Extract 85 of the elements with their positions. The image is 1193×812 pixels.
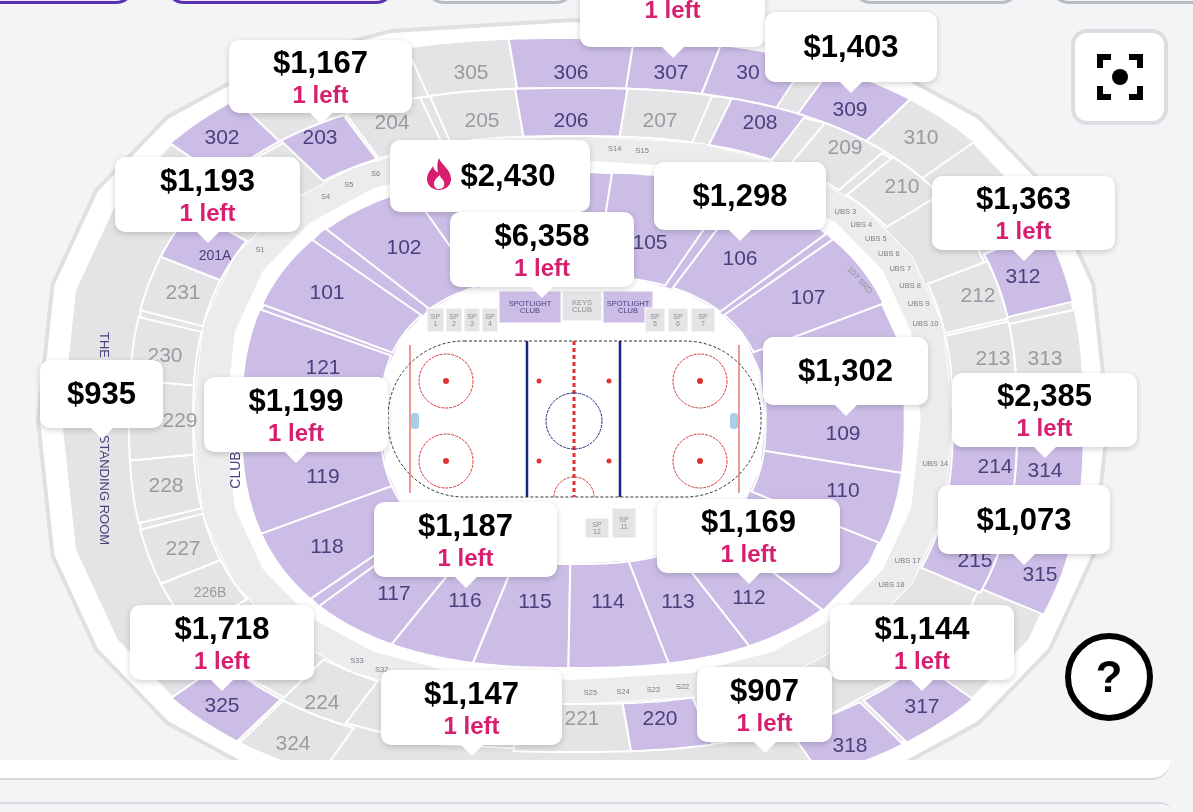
price-text: $1,718: [174, 611, 270, 646]
price-text: $2,385: [997, 379, 1092, 413]
section-label: 110: [826, 478, 860, 501]
section-label: 119: [306, 464, 340, 487]
price-text: $1,144: [874, 611, 970, 646]
section-label: 318: [832, 733, 868, 756]
seats-left-text: 1 left: [514, 254, 570, 281]
seats-left-text: 1 left: [194, 647, 250, 674]
section-label: 107: [790, 285, 826, 308]
seats-left-text: 1 left: [292, 81, 349, 108]
price-text: $1,193: [160, 163, 255, 198]
section-label: 309: [832, 97, 868, 120]
section-label: 213: [975, 346, 1011, 369]
price-text: $1,302: [798, 354, 893, 388]
price-text: $1,187: [418, 508, 513, 543]
section-label: 221: [564, 706, 600, 729]
price-text: $1,298: [692, 179, 788, 213]
price-text: $1,403: [803, 30, 899, 64]
section-label: 109: [825, 421, 861, 444]
section-label: 227: [165, 536, 201, 559]
section-label: 208: [742, 110, 778, 133]
section-label: 226B: [193, 584, 227, 600]
section-label: 204: [374, 110, 410, 133]
section-label: 121: [305, 355, 341, 378]
section-label: 312: [1005, 264, 1041, 287]
section-label: 117: [377, 581, 411, 604]
seats-left-text: 1 left: [437, 544, 494, 571]
section-label: 207: [642, 108, 678, 131]
price-text: $935: [67, 377, 136, 411]
seats-left-text: 1 left: [720, 541, 777, 567]
section-label: 229: [162, 408, 198, 431]
area-label: CLUB: [227, 451, 243, 489]
section-label: 114: [591, 589, 625, 612]
section-label: 115: [518, 589, 552, 612]
section-label: 203: [302, 125, 338, 148]
section-label: 205: [464, 108, 500, 131]
price-text: $1,073: [976, 502, 1072, 537]
section-label: 231: [165, 280, 201, 303]
section-label: 101: [309, 280, 345, 303]
seats-left-text: 1 left: [736, 709, 793, 736]
seats-left-text: 1 left: [179, 199, 236, 226]
price-text: $1,199: [248, 383, 344, 418]
section-label: 315: [1022, 562, 1058, 585]
price-text: $1,363: [976, 182, 1071, 216]
area-label: STANDING ROOM: [97, 434, 112, 546]
price-text: $2,430: [460, 159, 556, 193]
section-label: 313: [1027, 346, 1063, 369]
price-text: $907: [730, 673, 799, 708]
area-label: THE: [97, 332, 112, 358]
section-label: 314: [1027, 458, 1063, 481]
seats-left-text: 1 left: [443, 712, 500, 739]
price-text: $1,147: [424, 676, 519, 711]
section-label: 307: [653, 60, 689, 83]
seats-left-text: 1 left: [1016, 415, 1073, 441]
section-label: 106: [722, 246, 758, 269]
section-label: 228: [148, 473, 184, 496]
section-label: 324: [275, 731, 311, 754]
section-label: 305: [453, 60, 489, 83]
seats-left-text: 1 left: [268, 419, 324, 446]
price-text: $6,358: [494, 218, 590, 253]
section-label: 212: [960, 283, 996, 306]
section-label: 302: [204, 125, 240, 148]
section-label: 210: [884, 174, 920, 197]
section-label: 105: [632, 230, 668, 253]
section-label: 325: [204, 693, 240, 716]
section-label: 118: [310, 534, 344, 557]
section-label: 102: [386, 235, 422, 258]
section-label: 201A: [198, 247, 232, 263]
section-label: 112: [732, 585, 766, 608]
seats-left-text: 1 left: [995, 218, 1052, 244]
section-label: 206: [553, 108, 589, 131]
section-label: 209: [827, 135, 863, 158]
seats-left-text: 1 left: [644, 0, 701, 23]
section-label: 220: [642, 706, 678, 729]
section-label: 306: [553, 60, 589, 83]
section-label: 30: [736, 60, 760, 83]
seats-left-text: 1 left: [894, 647, 950, 674]
section-label: 310: [903, 125, 939, 148]
section-label: 113: [661, 589, 695, 612]
price-text: $1,169: [701, 505, 796, 539]
price-text: $1,167: [273, 45, 368, 80]
section-label: 317: [904, 694, 940, 717]
section-label: 116: [448, 588, 482, 611]
section-label: 224: [304, 690, 340, 713]
section-label: 214: [977, 454, 1013, 477]
